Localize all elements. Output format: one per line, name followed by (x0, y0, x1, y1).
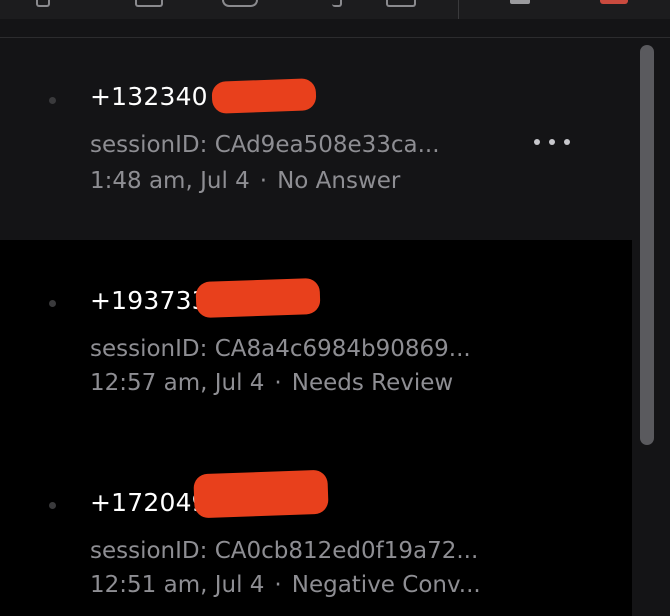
more-horizontal-icon-dot (564, 139, 570, 145)
call-list: +132340 sessionID: CAd9ea508e33ca... 1:4… (0, 38, 632, 616)
toolbar-icon[interactable] (135, 0, 163, 7)
call-time: 12:51 am, Jul 4 (90, 572, 265, 598)
status-dot-icon (49, 502, 56, 509)
phone-number: +132340 (90, 82, 208, 111)
call-list-item[interactable]: +193733 sessionID: CA8a4c6984b90869... 1… (0, 240, 632, 442)
call-status: Needs Review (291, 370, 454, 396)
redaction-mark (211, 78, 317, 114)
more-horizontal-icon-dot (549, 139, 555, 145)
call-meta: 1:48 am, Jul 4 · No Answer (90, 168, 400, 194)
meta-separator: · (274, 572, 282, 598)
meta-separator: · (259, 168, 268, 194)
redaction-mark (195, 277, 321, 319)
toolbar-icon[interactable] (332, 0, 342, 7)
call-status: Negative Conv... (291, 572, 481, 598)
toolbar-icon[interactable] (510, 0, 530, 4)
toolbar-divider (458, 0, 459, 19)
toolbar-icon[interactable] (36, 0, 50, 7)
call-meta: 12:51 am, Jul 4 · Negative Conv... (90, 572, 481, 598)
call-time: 1:48 am, Jul 4 (90, 168, 250, 194)
call-list-item[interactable]: +132340 sessionID: CAd9ea508e33ca... 1:4… (0, 38, 632, 240)
app-window: +132340 sessionID: CAd9ea508e33ca... 1:4… (0, 0, 670, 616)
meta-separator: · (274, 370, 282, 396)
redaction-mark (193, 469, 329, 519)
call-list-item[interactable]: +172049 sessionID: CA0cb812ed0f19a72... … (0, 442, 632, 616)
status-dot-icon (49, 300, 56, 307)
toolbar-icon[interactable] (222, 0, 258, 7)
more-horizontal-icon (534, 139, 540, 145)
call-time: 12:57 am, Jul 4 (90, 370, 265, 396)
phone-number: +172049 (90, 488, 208, 517)
session-id: sessionID: CA8a4c6984b90869... (90, 336, 471, 362)
scrollbar-thumb[interactable] (640, 45, 654, 445)
more-options-button[interactable] (534, 132, 570, 152)
phone-number: +193733 (90, 286, 208, 315)
session-id: sessionID: CAd9ea508e33ca... (90, 132, 440, 158)
status-dot-icon (49, 97, 56, 104)
session-id: sessionID: CA0cb812ed0f19a72... (90, 538, 479, 564)
list-header-strip (0, 19, 670, 38)
toolbar-icon[interactable] (386, 0, 416, 7)
call-status: No Answer (277, 168, 401, 194)
call-meta: 12:57 am, Jul 4 · Needs Review (90, 370, 453, 396)
top-toolbar (0, 0, 670, 19)
toolbar-icon[interactable] (600, 0, 628, 4)
